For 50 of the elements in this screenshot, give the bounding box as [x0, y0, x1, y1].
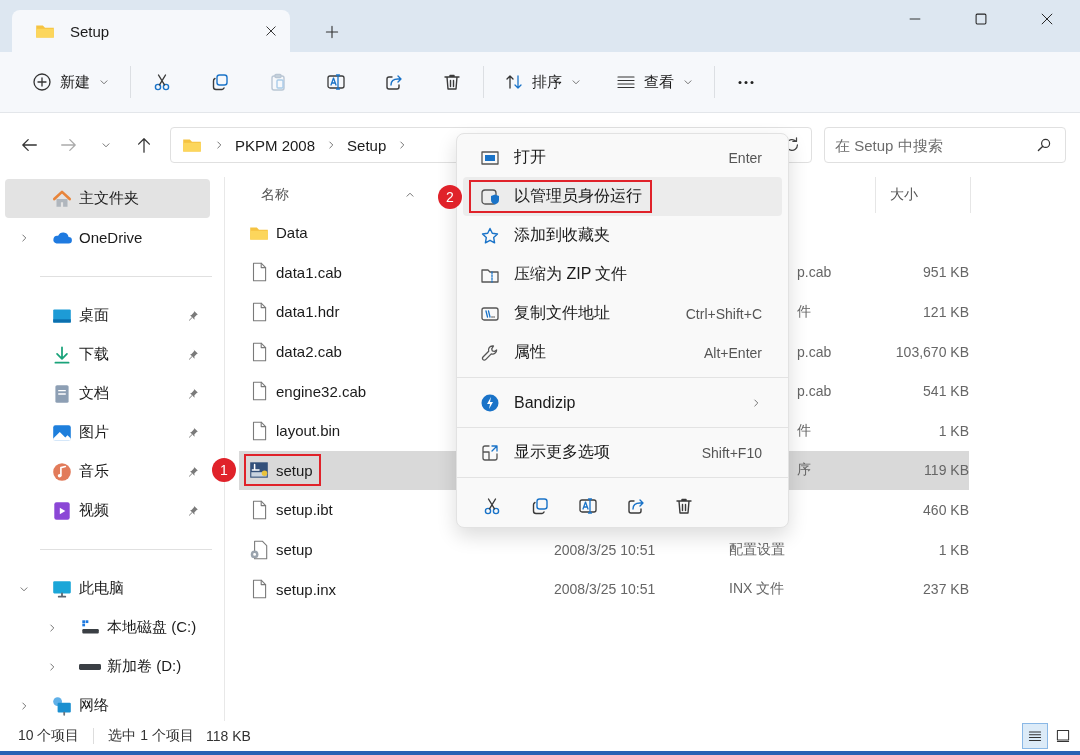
item-count: 10 个项目 [18, 727, 80, 745]
file-name: engine32.cab [276, 382, 367, 400]
shortcut-label: Shift+F10 [701, 444, 762, 461]
size-cell: 121 KB [923, 304, 969, 320]
sidebar-label: 文档 [79, 384, 110, 403]
shortcut-label: Ctrl+Shift+C [685, 305, 762, 322]
type-cell: 序 [797, 461, 811, 478]
size-cell: 103,670 KB [895, 343, 969, 360]
step-badge: 2 [438, 184, 462, 209]
type-cell: 件 [797, 421, 811, 438]
sidebar-label: 视频 [79, 501, 110, 520]
file-name: Data [276, 224, 308, 242]
sidebar-label: 网络 [79, 696, 110, 715]
size-cell: 119 KB [924, 462, 969, 479]
type-cell: p.cab [797, 343, 832, 360]
selection-count: 选中 1 个项目 [108, 727, 195, 745]
type-cell: 件 [797, 303, 811, 319]
selection-size: 118 KB [206, 728, 251, 744]
size-cell: 541 KB [923, 383, 969, 400]
file-name: layout.bin [276, 422, 341, 440]
file-name: data1.cab [276, 263, 342, 281]
sidebar-label: 桌面 [79, 306, 110, 325]
sidebar-label: 此电脑 [79, 579, 125, 598]
sidebar-label: 音乐 [79, 462, 110, 481]
file-name: setup [276, 541, 313, 559]
sidebar-label: OneDrive [79, 229, 144, 246]
sidebar-label: 主文件夹 [79, 189, 140, 208]
sidebar-label: 本地磁盘 (C:) [107, 618, 198, 637]
file-name: setup.inx [276, 580, 337, 598]
size-cell: 1 KB [938, 541, 969, 558]
date-cell: 2008/3/25 10:51 [554, 581, 656, 598]
file-name: setup.ibt [276, 501, 333, 519]
sidebar-label: 新加卷 (D:) [107, 657, 183, 676]
size-cell: 1 KB [938, 422, 969, 439]
sidebar-label: 下载 [79, 345, 110, 364]
type-cell: p.cab [797, 264, 832, 281]
sidebar-label: 图片 [79, 423, 110, 442]
file-name: data2.cab [276, 343, 342, 361]
date-cell: 2008/3/25 10:51 [554, 541, 656, 558]
type-cell: INX 文件 [729, 580, 785, 597]
size-cell: 237 KB [923, 581, 969, 598]
size-cell: 460 KB [923, 501, 969, 518]
type-cell: 配置设置 [729, 540, 785, 557]
shortcut-label: Enter [728, 149, 762, 166]
file-name: setup [276, 461, 313, 479]
shortcut-label: Alt+Enter [704, 344, 762, 361]
step-badge: 1 [212, 458, 236, 483]
type-cell: p.cab [797, 383, 832, 400]
size-cell: 951 KB [923, 264, 969, 281]
file-name: data1.hdr [276, 303, 340, 321]
